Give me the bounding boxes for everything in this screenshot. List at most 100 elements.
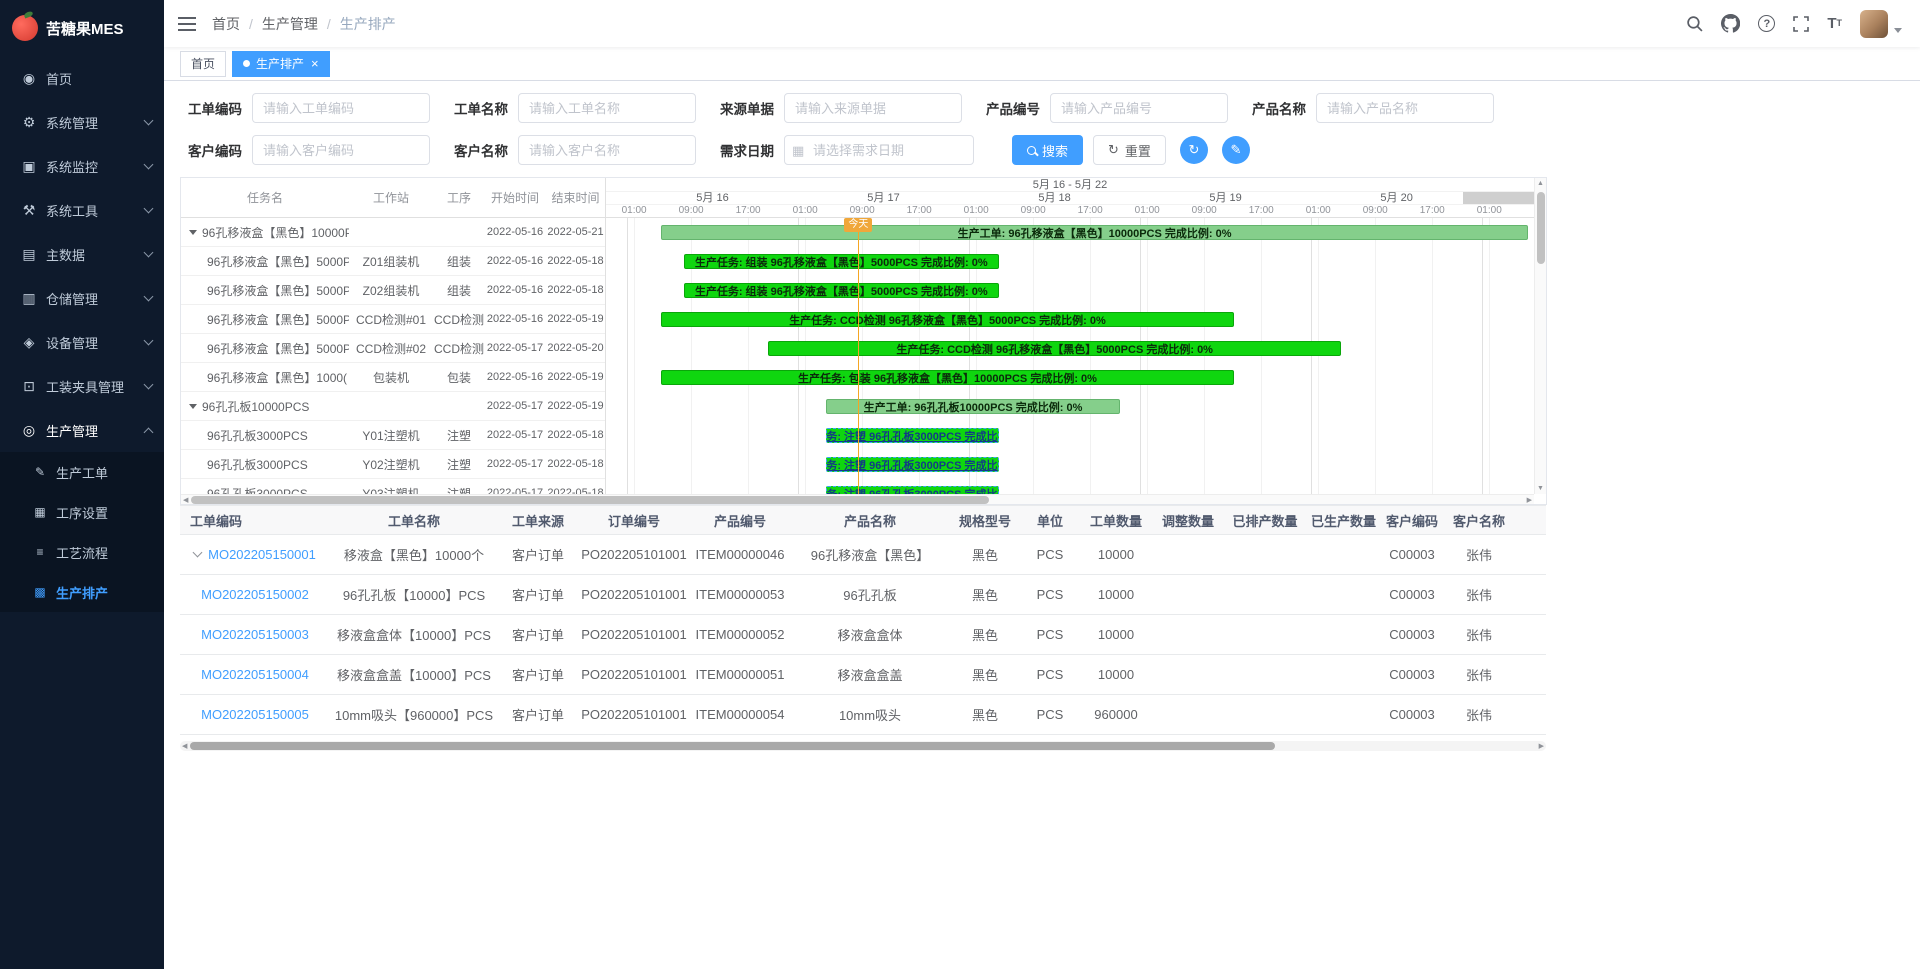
production-task-bar[interactable]: 生产任务: CCD检测 96孔移液盒【黑色】5000PCS 完成比例: 0% [661, 312, 1235, 327]
cell-customer_code: C00003 [1381, 667, 1443, 682]
close-icon[interactable]: × [311, 57, 319, 70]
work-order-link[interactable]: MO202205150004 [201, 667, 309, 682]
production-task-bar[interactable]: 生产任务: 注塑 96孔孔板3000PCS 完成比例: 0% [826, 457, 999, 472]
collapse-icon[interactable] [189, 230, 197, 235]
production-task-bar[interactable]: 生产任务: 注塑 96孔孔板3000PCS 完成比例: 0% [826, 486, 999, 494]
gantt-horizontal-scrollbar[interactable]: ◀ ▶ [181, 494, 1534, 504]
breadcrumb-home[interactable]: 首页 [212, 14, 240, 34]
scroll-left-icon[interactable]: ◀ [183, 496, 188, 504]
tab-home[interactable]: 首页 [180, 51, 226, 77]
gantt-column-header: 开始时间 [485, 189, 545, 206]
column-header-item: 产品编号 [690, 511, 790, 530]
gantt-bar-row: 生产工单: 96孔孔板10000PCS 完成比例: 0% [606, 392, 1534, 421]
sidebar-item-home[interactable]: ◉首页 [0, 56, 164, 100]
table-horizontal-scrollbar[interactable]: ◀ ▶ [180, 741, 1546, 751]
fullscreen-icon[interactable] [1793, 13, 1809, 35]
chevron-down-icon [144, 115, 154, 125]
cell-demand: 2022 [1515, 587, 1546, 602]
task-name-label: 96孔移液盒【黑色】5000P( [207, 282, 349, 299]
expand-row-icon[interactable] [193, 548, 203, 558]
task-name-label: 96孔孔板3000PCS [207, 485, 308, 495]
filter-input-r2-2[interactable] [784, 135, 974, 165]
filter-label: 来源单据 [720, 98, 774, 118]
process: 包装 [433, 369, 485, 386]
sidebar-toggle-icon[interactable] [178, 17, 196, 31]
process: 注塑 [433, 485, 485, 495]
sidebar-item-system-monitor[interactable]: ▣系统监控 [0, 144, 164, 188]
search-icon[interactable] [1686, 13, 1703, 35]
sidebar-item-master-data[interactable]: ▤主数据 [0, 232, 164, 276]
collapse-icon[interactable] [189, 404, 197, 409]
breadcrumb-production[interactable]: 生产管理 [262, 14, 318, 34]
user-avatar[interactable] [1860, 13, 1888, 35]
gantt-vertical-scrollbar[interactable]: ▲ ▼ [1534, 178, 1546, 494]
filter-group-r2-0: 客户编码 [188, 135, 430, 165]
reset-button[interactable]: ↻重置 [1093, 135, 1166, 165]
scroll-down-icon[interactable]: ▼ [1535, 485, 1546, 492]
work-order-bar[interactable]: 生产工单: 96孔移液盒【黑色】10000PCS 完成比例: 0% [661, 225, 1529, 240]
sidebar-item-system-admin[interactable]: ⚙系统管理 [0, 100, 164, 144]
scroll-right-icon[interactable]: ▶ [1539, 742, 1544, 750]
work-order-bar[interactable]: 生产工单: 96孔孔板10000PCS 完成比例: 0% [826, 399, 1120, 414]
work-order-link[interactable]: MO202205150002 [201, 587, 309, 602]
production-task-bar[interactable]: 生产任务: 注塑 96孔孔板3000PCS 完成比例: 0% [826, 428, 999, 443]
start-time: 2022-05-16 [485, 255, 545, 267]
fixture-icon: ⊡ [20, 378, 38, 395]
end-time: 2022-05-21 [545, 226, 605, 238]
cell-product: 96孔孔板 [790, 585, 950, 604]
gantt-hour-label: 09:00 [679, 205, 704, 217]
cell-customer_code: C00003 [1381, 707, 1443, 722]
filter-input-r2-0[interactable] [252, 135, 430, 165]
filter-input-r1-1[interactable] [518, 93, 696, 123]
column-header-product: 产品名称 [790, 511, 950, 530]
sidebar-subitem-work-order[interactable]: ✎生产工单 [0, 452, 164, 492]
scroll-up-icon[interactable]: ▲ [1535, 180, 1546, 187]
work-order-link[interactable]: MO202205150003 [201, 627, 309, 642]
production-task-bar[interactable]: 生产任务: CCD检测 96孔移液盒【黑色】5000PCS 完成比例: 0% [768, 341, 1341, 356]
sidebar-subitem-craft-flow[interactable]: ≡工艺流程 [0, 532, 164, 572]
workstation: Y02注塑机 [349, 456, 433, 473]
filter-label: 产品名称 [1252, 98, 1306, 118]
gantt-hour-label: 09:00 [1021, 205, 1046, 217]
sidebar-subitem-scheduling[interactable]: ▩生产排产 [0, 572, 164, 612]
filter-input-r1-0[interactable] [252, 93, 430, 123]
column-header-code: 工单编码 [180, 511, 330, 530]
sidebar-item-system-tools[interactable]: ⚒系统工具 [0, 188, 164, 232]
gantt-column-header: 工序 [433, 189, 485, 206]
production-task-bar[interactable]: 生产任务: 包装 96孔移液盒【黑色】10000PCS 完成比例: 0% [661, 370, 1235, 385]
github-icon[interactable] [1721, 13, 1740, 35]
sidebar-item-equipment[interactable]: ◈设备管理 [0, 320, 164, 364]
production-task-bar[interactable]: 生产任务: 组装 96孔移液盒【黑色】5000PCS 完成比例: 0% [684, 283, 999, 298]
scrollbar-thumb[interactable] [1537, 192, 1545, 264]
filter-input-r2-1[interactable] [518, 135, 696, 165]
filter-input-r1-4[interactable] [1316, 93, 1494, 123]
filter-input-r1-3[interactable] [1050, 93, 1228, 123]
sidebar-item-fixture[interactable]: ⊡工装夹具管理 [0, 364, 164, 408]
scroll-left-icon[interactable]: ◀ [182, 742, 187, 750]
cell-demand: 2022 [1515, 627, 1546, 642]
scrollbar-thumb[interactable] [191, 496, 989, 504]
cell-order: PO202205101001 [578, 667, 690, 682]
production-task-bar[interactable]: 生产任务: 组装 96孔移液盒【黑色】5000PCS 完成比例: 0% [684, 254, 999, 269]
sidebar-subitem-process-setting[interactable]: ▦工序设置 [0, 492, 164, 532]
gantt-task-table-body: 96孔移液盒【黑色】10000P(2022-05-162022-05-2196孔… [181, 218, 605, 494]
help-icon[interactable]: ? [1758, 13, 1775, 35]
font-size-icon[interactable]: TT [1827, 13, 1842, 35]
task-name-label: 96孔孔板3000PCS [207, 427, 308, 444]
database-icon: ▤ [20, 246, 38, 263]
edit-gantt-button[interactable]: ✎ [1222, 136, 1250, 164]
tab-scheduling[interactable]: 生产排产 × [232, 51, 330, 77]
sidebar-item-warehouse[interactable]: ▥仓储管理 [0, 276, 164, 320]
scrollbar-thumb[interactable] [190, 742, 1275, 750]
chevron-down-icon[interactable] [1894, 28, 1902, 33]
scroll-right-icon[interactable]: ▶ [1527, 496, 1532, 504]
sidebar-item-production[interactable]: ◎生产管理 [0, 408, 164, 452]
work-order-link[interactable]: MO202205150005 [201, 707, 309, 722]
cell-demand: 2022 [1515, 667, 1546, 682]
cell-item: ITEM00000053 [690, 587, 790, 602]
work-order-link[interactable]: MO202205150001 [208, 547, 316, 562]
cell-spec: 黑色 [950, 545, 1020, 564]
filter-input-r1-2[interactable] [784, 93, 962, 123]
search-button[interactable]: 搜索 [1012, 135, 1083, 165]
refresh-gantt-button[interactable]: ↻ [1180, 136, 1208, 164]
